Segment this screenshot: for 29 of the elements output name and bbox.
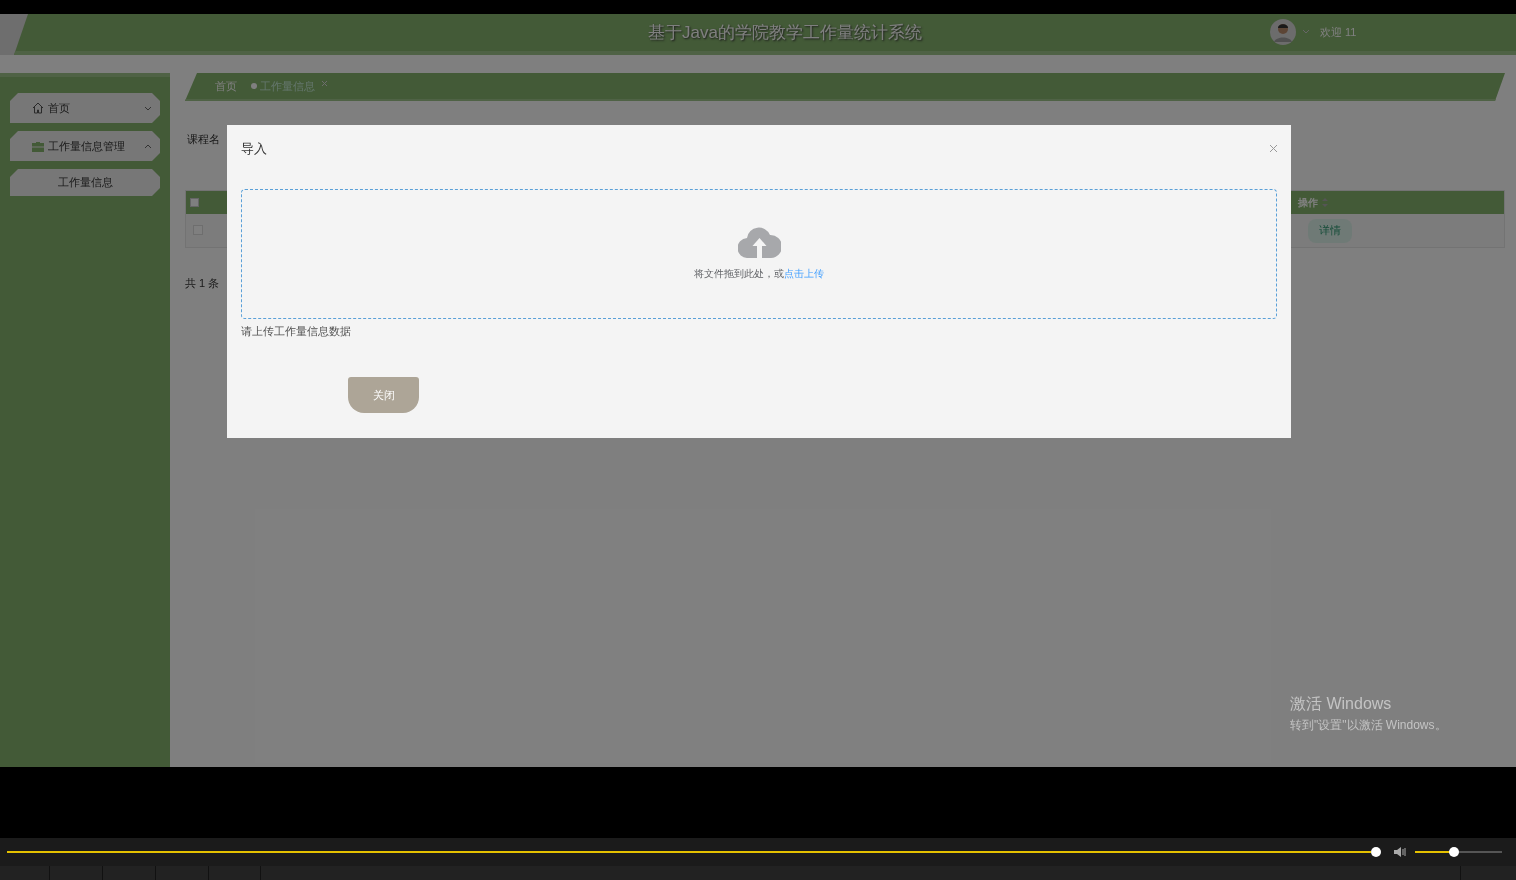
progress-thumb[interactable]	[1370, 847, 1381, 857]
sidebar-item[interactable]: 工作量信息管理	[10, 131, 160, 161]
volume-icon[interactable]	[1393, 846, 1408, 858]
volume-thumb[interactable]	[1449, 847, 1460, 857]
upload-tip: 请上传工作量信息数据	[241, 323, 351, 339]
upload-link[interactable]: 点击上传	[784, 267, 824, 279]
submenu-item[interactable]: 工作量信息	[10, 169, 160, 196]
details-button[interactable]: 详情	[1308, 218, 1352, 243]
upload-dropzone[interactable]: 将文件拖到此处，或点击上传	[241, 188, 1277, 319]
close-button[interactable]: 关闭	[348, 377, 419, 413]
close-icon[interactable]	[1269, 144, 1278, 154]
checkbox[interactable]	[190, 197, 199, 207]
avatar-icon[interactable]	[1270, 19, 1296, 45]
sidebar-item-label: 首页	[48, 100, 71, 116]
caret-icon[interactable]	[1302, 29, 1310, 35]
upload-hint: 将文件拖到此处，或点击上传	[694, 266, 824, 281]
dialog-title: 导入	[241, 140, 267, 158]
home-icon	[32, 102, 44, 114]
total-count: 共 1 条	[185, 275, 220, 291]
app-title: 基于Java的学院教学工作量统计系统	[648, 21, 922, 44]
briefcase-icon	[32, 140, 44, 152]
cloud-upload-icon	[737, 225, 781, 258]
activation-subtitle: 转到"设置"以激活 Windows。	[1290, 717, 1447, 734]
column-header[interactable]: 操作	[1298, 194, 1318, 210]
sidebar-item-label: 工作量信息管理	[48, 138, 126, 154]
sidebar-item[interactable]: 首页	[10, 93, 160, 123]
activation-title: 激活 Windows	[1290, 694, 1392, 714]
field-label: 课程名	[187, 132, 220, 147]
welcome-text: 欢迎 11	[1320, 24, 1357, 40]
